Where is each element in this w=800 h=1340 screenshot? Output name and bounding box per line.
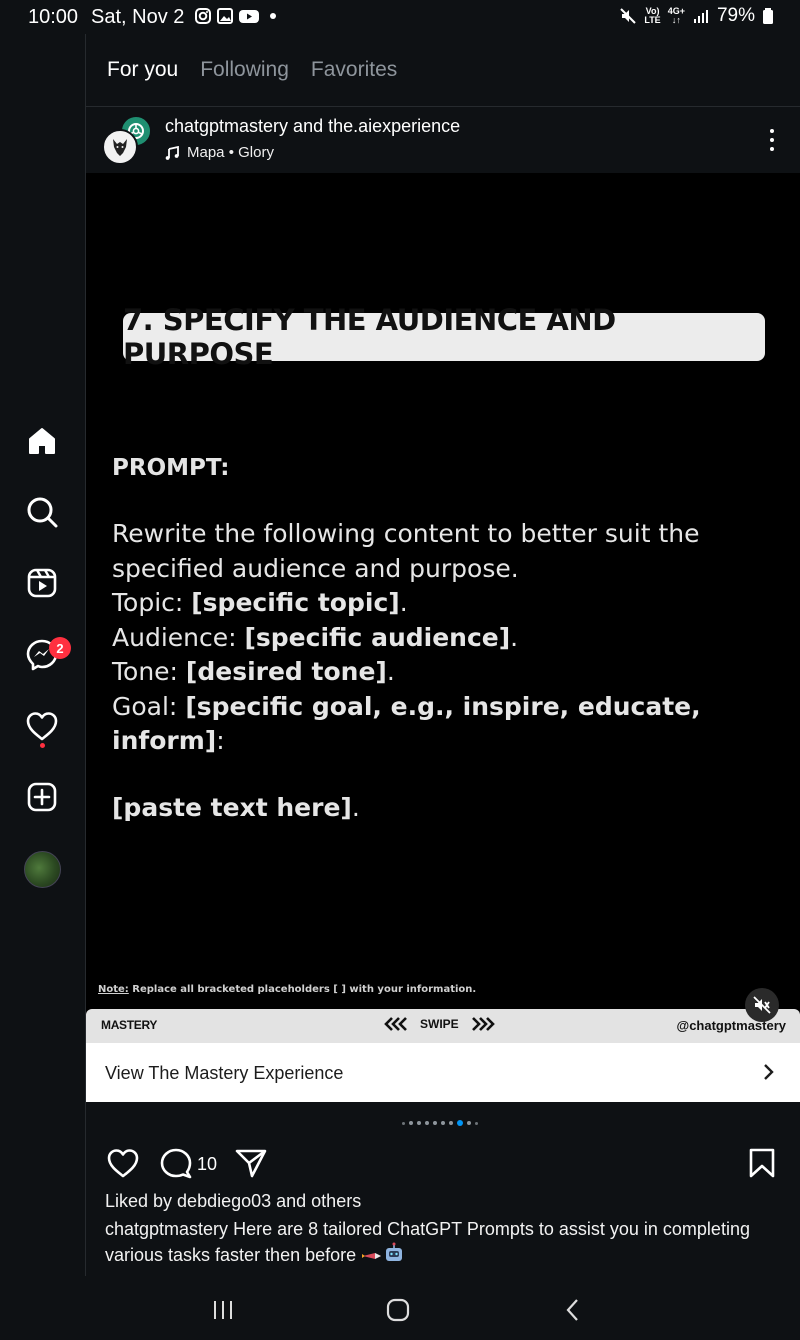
tab-for-you[interactable]: For you [107,58,178,82]
more-dot [770,147,774,151]
sidebar-item-reels[interactable] [21,562,63,604]
instagram-notification-icon [195,8,211,24]
speaker-muted-icon [753,996,771,1014]
more-notifications-dot [270,13,276,19]
home-icon [29,428,55,454]
battery-percent: 79% [716,5,755,26]
caption-username[interactable]: chatgptmastery [105,1219,228,1239]
prompt-intro: Rewrite the following content to better … [112,519,700,583]
robot-emoji-icon [386,1242,403,1261]
swipe-label: SWIPE [420,1017,459,1031]
tab-following[interactable]: Following [200,58,289,82]
status-date: Sat, Nov 2 [91,6,185,28]
prompt-paste-line: [paste text here]. [112,793,360,822]
post-more-button[interactable] [758,125,786,155]
youtube-notification-icon [239,10,259,23]
carousel-dot-active [457,1120,463,1126]
carousel-dot [449,1121,453,1125]
liked-by-text[interactable]: Liked by debdiego03 and others [105,1191,361,1212]
band-swipe: SWIPE [382,1017,497,1031]
music-note-icon [165,145,179,160]
prompt-goal-line: Goal: [specific goal, e.g., inspire, edu… [112,691,701,756]
status-time: 10:00 [28,6,79,28]
post-header: chatgptmastery and the.aiexperience Mapa… [86,107,800,173]
carousel-dot [475,1121,478,1125]
carousel-dot [467,1121,471,1125]
save-bookmark-icon[interactable] [748,1147,776,1179]
system-icons: Vo) LTE 4G+ ↓↑ 79% [619,5,774,27]
gallery-notification-icon [217,8,233,24]
notification-icons [194,7,276,25]
comment-icon[interactable] [159,1147,193,1179]
signal-icon [693,10,708,23]
view-experience-link[interactable]: View The Mastery Experience [86,1043,800,1102]
sidebar-item-profile[interactable] [24,851,61,888]
comment-count: 10 [197,1154,218,1174]
feed-tabs: For you Following Favorites [107,58,397,82]
more-dot [770,138,774,142]
sidebar-item-search[interactable] [21,491,63,533]
wolf-avatar [102,129,138,165]
more-dot [770,129,774,133]
rocket-emoji-icon [362,1253,382,1259]
slide-footer-band: MASTERY SWIPE @chatgptmastery [86,1009,800,1043]
mute-button[interactable] [745,988,779,1022]
share-send-icon[interactable] [234,1147,268,1179]
tab-favorites[interactable]: Favorites [311,58,397,82]
carousel-dot [433,1121,437,1125]
wolf-logo-icon [113,139,127,156]
slide-note: Note: Replace all bracketed placeholders… [98,984,477,995]
carousel-dot [441,1121,445,1125]
system-nav-bar [0,1276,800,1340]
post-caption: chatgptmastery Here are 8 tailored ChatG… [105,1217,765,1268]
notification-dot [40,743,45,748]
post-actions: 10 [86,1142,800,1182]
prompt-audience-line: Audience: [specific audience]. [112,622,519,652]
prompt-body: Rewrite the following content to better … [112,517,772,759]
back-button[interactable] [553,1296,593,1324]
reels-icon [27,568,57,598]
search-icon [27,497,58,528]
band-brand: MASTERY [101,1018,158,1032]
prompt-topic-line: Topic: [specific topic]. [112,588,408,617]
recent-apps-button[interactable] [203,1296,243,1324]
create-icon [27,782,57,812]
volte-label: Vo) LTE [644,6,661,25]
band-handle: @chatgptmastery [676,1018,786,1033]
prompt-tone-line: Tone: [desired tone]. [112,657,395,686]
back-chevron-icon [566,1299,578,1321]
post-media[interactable]: 7. SPECIFY THE AUDIENCE AND PURPOSE PROM… [86,173,800,1043]
carousel-dot [417,1121,421,1125]
sidebar: 2 [0,34,86,1276]
slide-title: 7. SPECIFY THE AUDIENCE AND PURPOSE [123,303,765,371]
home-button[interactable] [378,1296,418,1324]
carousel-dot [425,1121,429,1125]
carousel-dot [409,1121,413,1125]
home-pill-icon [386,1298,410,1322]
sidebar-item-create[interactable] [21,776,63,818]
double-chevron-left-icon [384,1017,407,1031]
carousel-indicator [402,1120,478,1126]
post-audio[interactable]: Mapa • Glory [165,144,274,161]
messages-badge: 2 [49,637,71,659]
feed: For you Following Favorites chatgptmaste… [86,34,800,1276]
status-bar: 10:00 Sat, Nov 2 Vo) LTE 4G+ ↓↑ 79% [0,0,800,34]
mute-status-icon [620,8,637,24]
double-chevron-right-icon [471,1017,495,1031]
cta-label: View The Mastery Experience [105,1063,344,1083]
recent-apps-icon [214,1301,232,1319]
like-heart-icon[interactable] [106,1147,140,1179]
post-audio-label: Mapa • Glory [187,144,274,161]
sidebar-item-notifications[interactable] [21,705,63,747]
sidebar-item-home[interactable] [21,420,63,462]
battery-icon [763,8,773,24]
heart-icon [26,712,58,741]
post-author[interactable]: chatgptmastery and the.aiexperience [165,116,460,137]
prompt-label: PROMPT: [112,455,230,481]
collab-avatars[interactable] [102,115,154,165]
chevron-right-icon [764,1064,774,1080]
carousel-dot [402,1121,405,1125]
data-label: 4G+ ↓↑ [667,6,685,25]
